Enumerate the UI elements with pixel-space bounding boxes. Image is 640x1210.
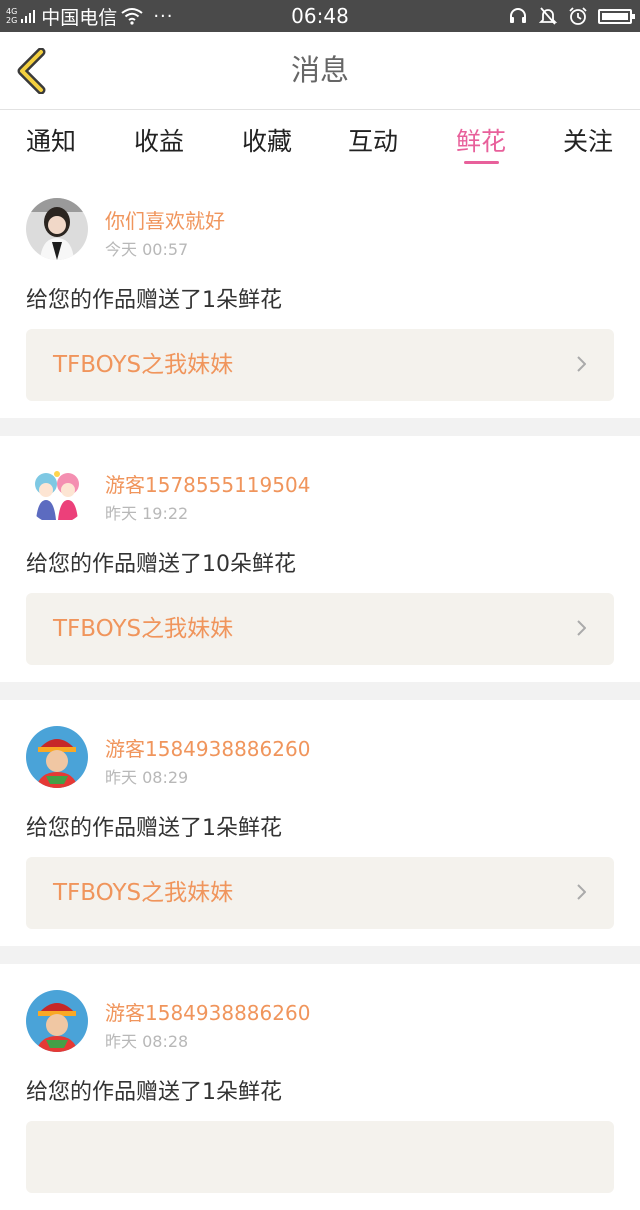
avatar[interactable] bbox=[26, 198, 88, 260]
avatar[interactable] bbox=[26, 462, 88, 524]
list-item: 游客1584938886260 昨天 08:28 给您的作品赠送了1朵鲜花 bbox=[0, 964, 640, 1210]
tab-following[interactable]: 关注 bbox=[548, 122, 628, 158]
battery-icon bbox=[598, 8, 635, 24]
tab-notifications[interactable]: 通知 bbox=[11, 122, 91, 158]
chevron-right-icon bbox=[577, 884, 586, 900]
message-text: 给您的作品赠送了1朵鲜花 bbox=[26, 1080, 282, 1105]
username[interactable]: 游客1578555119504 bbox=[105, 469, 310, 498]
work-link[interactable]: TFBOYS之我妹妹 bbox=[26, 593, 614, 665]
username[interactable]: 游客1584938886260 bbox=[105, 997, 310, 1026]
message-time: 昨天 08:28 bbox=[105, 1032, 189, 1051]
divider bbox=[0, 682, 640, 700]
headset-icon bbox=[510, 8, 526, 23]
message-text: 给您的作品赠送了10朵鲜花 bbox=[26, 552, 296, 577]
bell-off-icon bbox=[538, 7, 558, 25]
message-text: 给您的作品赠送了1朵鲜花 bbox=[26, 288, 282, 313]
avatar[interactable] bbox=[26, 726, 88, 788]
message-time: 今天 00:57 bbox=[105, 240, 189, 259]
status-right bbox=[508, 0, 635, 32]
chevron-right-icon bbox=[577, 356, 586, 372]
tab-favorites[interactable]: 收藏 bbox=[227, 122, 307, 158]
tab-interactions[interactable]: 互动 bbox=[333, 122, 413, 158]
alarm-icon bbox=[569, 7, 587, 25]
tab-bar: 通知 收益 收藏 互动 鲜花 关注 bbox=[0, 110, 640, 172]
message-time: 昨天 08:29 bbox=[105, 768, 189, 787]
work-title: TFBOYS之我妹妹 bbox=[53, 880, 234, 906]
status-bar: 4G 2G 中国电信 ··· 06:48 bbox=[0, 0, 640, 32]
username[interactable]: 游客1584938886260 bbox=[105, 733, 310, 762]
work-title: TFBOYS之我妹妹 bbox=[53, 352, 234, 378]
message-list: 你们喜欢就好 今天 00:57 给您的作品赠送了1朵鲜花 TFBOYS之我妹妹 bbox=[0, 172, 640, 1210]
tab-earnings[interactable]: 收益 bbox=[119, 122, 199, 158]
message-time: 昨天 19:22 bbox=[105, 504, 189, 523]
list-item: 游客1578555119504 昨天 19:22 给您的作品赠送了10朵鲜花 T… bbox=[0, 436, 640, 682]
message-text: 给您的作品赠送了1朵鲜花 bbox=[26, 816, 282, 841]
page-title: 消息 bbox=[290, 53, 349, 87]
tab-flowers[interactable]: 鲜花 bbox=[441, 122, 521, 158]
username[interactable]: 你们喜欢就好 bbox=[105, 205, 225, 234]
chevron-right-icon bbox=[577, 620, 586, 636]
header: 消息 bbox=[0, 32, 640, 110]
work-title: TFBOYS之我妹妹 bbox=[53, 616, 234, 642]
list-item: 你们喜欢就好 今天 00:57 给您的作品赠送了1朵鲜花 TFBOYS之我妹妹 bbox=[0, 172, 640, 418]
divider bbox=[0, 418, 640, 436]
active-tab-indicator bbox=[464, 161, 499, 164]
divider bbox=[0, 946, 640, 964]
work-link[interactable] bbox=[26, 1121, 614, 1193]
list-item: 游客1584938886260 昨天 08:29 给您的作品赠送了1朵鲜花 TF… bbox=[0, 700, 640, 946]
work-link[interactable]: TFBOYS之我妹妹 bbox=[26, 329, 614, 401]
work-link[interactable]: TFBOYS之我妹妹 bbox=[26, 857, 614, 929]
avatar[interactable] bbox=[26, 990, 88, 1052]
